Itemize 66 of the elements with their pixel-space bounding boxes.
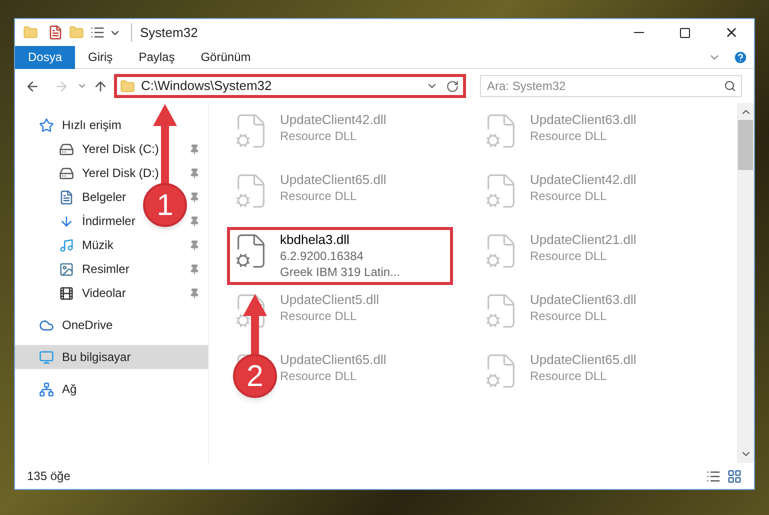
- file-detail: Greek IBM 319 Latin...: [280, 264, 400, 280]
- sidebar-label[interactable]: Resimler: [82, 262, 130, 276]
- folder-icon: [120, 78, 135, 94]
- selected-sidebar-row[interactable]: Bu bilgisayar: [15, 345, 208, 369]
- sidebar-label[interactable]: Belgeler: [82, 190, 126, 204]
- pin-icon[interactable]: [189, 192, 200, 202]
- list-view-icon[interactable]: [90, 25, 105, 40]
- properties-icon[interactable]: [48, 25, 63, 40]
- address-path: C:\Windows\System32: [141, 77, 273, 96]
- file-detail: Resource DLL: [530, 248, 607, 264]
- file-detail: 6.2.9200.16384: [280, 248, 364, 264]
- pin-icon[interactable]: [189, 168, 200, 178]
- sidebar-label[interactable]: Müzik: [82, 238, 114, 252]
- drive-icon: [59, 166, 74, 180]
- monitor-icon: [39, 350, 54, 364]
- file-detail: Resource DLL: [530, 368, 607, 384]
- pin-icon[interactable]: [189, 216, 200, 226]
- scrollbar[interactable]: [737, 103, 754, 463]
- ribbon-tab[interactable]: Dosya: [15, 46, 76, 68]
- file-detail: Resource DLL: [280, 308, 357, 324]
- address-bar[interactable]: C:\Windows\System32: [114, 74, 466, 98]
- file-detail: Resource DLL: [530, 128, 607, 144]
- pin-icon[interactable]: [189, 288, 200, 298]
- cloud-icon: [39, 318, 54, 332]
- network-icon: [39, 382, 54, 396]
- file-detail: Resource DLL: [280, 368, 357, 384]
- music-note-icon: [59, 238, 74, 252]
- minimize-icon: [634, 32, 644, 33]
- ribbon-tab[interactable]: Görünüm: [188, 46, 264, 68]
- pin-icon[interactable]: [189, 144, 200, 154]
- maximize-icon: [679, 26, 691, 38]
- up-icon[interactable]: [93, 78, 108, 94]
- item-count: 135 öğe: [27, 468, 72, 485]
- file-detail: Resource DLL: [530, 308, 607, 324]
- ribbon-tab[interactable]: Giriş: [75, 46, 126, 68]
- scrollbar-thumb[interactable]: [738, 120, 753, 170]
- sidebar-label[interactable]: OneDrive: [62, 318, 113, 332]
- large-icons-view-icon[interactable]: [727, 468, 742, 484]
- sidebar-label[interactable]: Bu bilgisayar: [62, 350, 131, 364]
- pin-icon[interactable]: [189, 264, 200, 274]
- search-field[interactable]: Ara: System32: [480, 75, 742, 97]
- film-icon: [59, 286, 74, 300]
- ribbon-tab[interactable]: Paylaş: [126, 46, 188, 68]
- file-detail: Resource DLL: [280, 188, 357, 204]
- highlighted-file-item[interactable]: kbdhela3.dll 6.2.9200.16384 Greek IBM 319 Latin...: [227, 227, 453, 285]
- pin-icon[interactable]: [189, 240, 200, 250]
- sidebar-label[interactable]: Videolar: [82, 286, 126, 300]
- sidebar-label[interactable]: Hızlı erişim: [62, 118, 122, 132]
- drive-icon: [59, 142, 74, 156]
- help-icon[interactable]: [733, 50, 748, 64]
- document-icon: [59, 190, 74, 204]
- file-name[interactable]: kbdhela3.dll: [280, 232, 350, 248]
- search-icon[interactable]: [724, 80, 736, 92]
- down-arrow-icon: [59, 214, 74, 228]
- sidebar-label[interactable]: Ağ: [62, 382, 77, 396]
- sidebar-label[interactable]: Yerel Disk (D:): [82, 166, 159, 180]
- sidebar-label[interactable]: İndirmeler: [82, 214, 136, 228]
- file-detail: Resource DLL: [280, 128, 357, 144]
- picture-icon: [59, 262, 74, 276]
- back-icon[interactable]: [25, 78, 40, 94]
- refresh-icon[interactable]: [446, 80, 459, 92]
- file-detail: Resource DLL: [530, 188, 607, 204]
- details-view-icon[interactable]: [706, 468, 721, 484]
- sidebar-label[interactable]: Yerel Disk (C:): [82, 142, 159, 156]
- star-icon: [39, 118, 54, 132]
- window-title: System32: [131, 22, 198, 42]
